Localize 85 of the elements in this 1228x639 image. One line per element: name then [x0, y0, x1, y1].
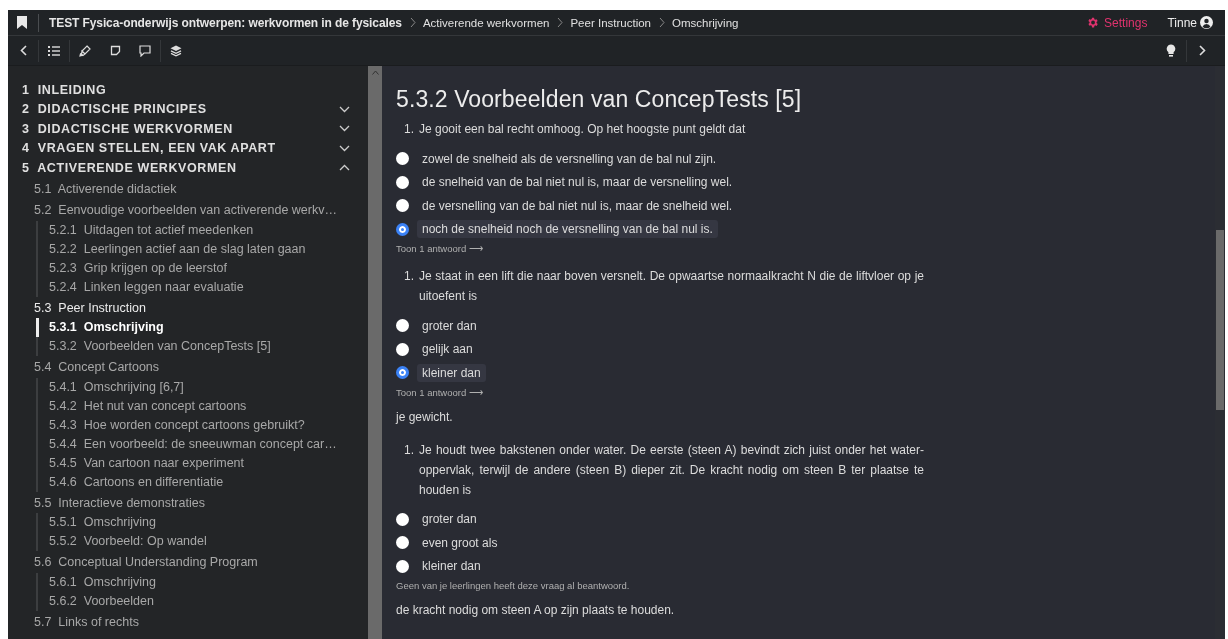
- radio-button[interactable]: [396, 559, 409, 573]
- subsection-item[interactable]: 5.3.1 Omschrijving: [36, 318, 360, 337]
- section-item[interactable]: 5.6 Conceptual Understanding Program: [34, 553, 360, 573]
- radio-button[interactable]: [396, 536, 409, 550]
- question-number: 1.: [404, 441, 414, 459]
- section-item[interactable]: 5.7 Links of rechts: [34, 612, 360, 632]
- answer-option[interactable]: kleiner dan: [417, 363, 486, 382]
- subsection-item[interactable]: 5.5.1 Omschrijving: [49, 513, 360, 532]
- chapter-item[interactable]: 2 DIDACTISCHE PRINCIPES: [22, 102, 207, 117]
- answer-option[interactable]: gelijk aan: [417, 340, 478, 359]
- section-item[interactable]: 5.1 Activerende didactiek: [34, 179, 360, 199]
- show-answer-link[interactable]: Toon 1 antwoord ⟶: [396, 243, 483, 254]
- answer-option[interactable]: kleiner dan: [417, 557, 486, 576]
- chapter-item[interactable]: 5 ACTIVERENDE WERKVORMEN: [22, 160, 237, 175]
- question-number: 1.: [404, 268, 414, 285]
- subsection-item[interactable]: 5.4.5 Van cartoon naar experiment: [49, 453, 360, 473]
- chevron-left-icon: [19, 45, 27, 56]
- paragraph: de kracht nodig om steen A op zijn plaats te houden.: [396, 603, 676, 617]
- radio-button[interactable]: [396, 366, 409, 380]
- question-number: 1.: [404, 121, 414, 138]
- subsection-item[interactable]: 5.4.6 Cartoons en differentiatie: [49, 472, 360, 492]
- section-item[interactable]: 5.4 Concept Cartoons: [34, 358, 360, 378]
- chevron-down-icon[interactable]: [339, 105, 350, 113]
- section-item[interactable]: 5.2 Eenvoudige voorbeelden van activerende werkv…: [34, 201, 360, 221]
- chevron-down-icon[interactable]: [339, 125, 350, 133]
- breadcrumb-link[interactable]: Peer Instruction: [570, 16, 651, 29]
- answer-option[interactable]: even groot als: [417, 533, 503, 552]
- subsection-item[interactable]: 5.4.3 Hoe worden concept cartoons gebruikt?: [49, 415, 360, 435]
- section-item[interactable]: 5.5 Interactieve demonstraties: [34, 493, 360, 513]
- subsection-item[interactable]: 5.4.1 Omschrijving [6,7]: [49, 377, 360, 397]
- radio-button[interactable]: [396, 342, 409, 356]
- page-title: 5.3.2 Voorbeelden van ConcepTests [5]: [396, 86, 803, 113]
- chevron-right-icon: [1198, 45, 1206, 56]
- layers-icon: [170, 44, 182, 57]
- pen-icon: [79, 44, 91, 57]
- subsection-item[interactable]: 5.4.2 Het nut van concept cartoons: [49, 396, 360, 416]
- subsection-item[interactable]: 5.2.3 Grip krijgen op de leerstof: [49, 258, 360, 278]
- chevron-right-icon: [659, 17, 665, 28]
- show-answer-link[interactable]: Toon 1 antwoord ⟶: [396, 386, 483, 398]
- chapter-item[interactable]: 1 INLEIDING: [22, 82, 107, 97]
- answer-option[interactable]: de versnelling van de bal niet nul is, maar de snelheid wel.: [417, 196, 738, 215]
- radio-button[interactable]: [396, 152, 409, 166]
- radio-button[interactable]: [396, 199, 409, 213]
- answer-option[interactable]: de snelheid van de bal niet nul is, maar de versnelling wel.: [417, 173, 738, 192]
- answer-note: Geen van je leerlingen heeft deze vraag al beantwoord.: [396, 580, 630, 591]
- settings-icon: [1086, 16, 1100, 29]
- question-text: Je houdt twee bakstenen onder water. De eerste (steen A) bevindt zich juist onder het water-oppervlak, terwijl de andere (steen B) dieper zit. De kracht nodig om steen B ter plaatse te houden is: [419, 441, 924, 499]
- chevron-right-icon: [557, 17, 564, 28]
- radio-button[interactable]: [396, 175, 409, 189]
- chapter-item[interactable]: 3 DIDACTISCHE WERKVORMEN: [22, 121, 233, 136]
- paragraph: je gewicht.: [396, 409, 454, 424]
- list-icon: [48, 45, 60, 56]
- sidebar-scrollbar[interactable]: [368, 66, 382, 639]
- section-item[interactable]: 5.3 Peer Instruction: [34, 298, 360, 318]
- question-text: Je gooit een bal recht omhoog. Op het hoogste punt geldt dat: [419, 121, 746, 138]
- lightbulb-icon: [1166, 44, 1176, 57]
- radio-button[interactable]: [396, 319, 409, 333]
- answer-option[interactable]: noch de snelheid noch de versnelling van de bal nul is.: [417, 220, 718, 239]
- note-icon: [109, 45, 121, 56]
- bookmark-icon[interactable]: [16, 16, 28, 29]
- subsection-item[interactable]: 5.4.4 Een voorbeeld: de sneeuwman concept car…: [49, 434, 360, 454]
- breadcrumb-link[interactable]: Activerende werkvormen: [422, 16, 550, 29]
- book-title[interactable]: TEST Fysica-onderwijs ontwerpen: werkvormen in de fysicales: [49, 15, 402, 30]
- subsection-item[interactable]: 5.5.2 Voorbeeld: Op wandel: [49, 532, 360, 551]
- subsection-item[interactable]: 5.6.2 Voorbeelden: [49, 591, 360, 611]
- breadcrumb-link[interactable]: Omschrijving: [672, 16, 739, 29]
- radio-button[interactable]: [396, 222, 409, 236]
- radio-button[interactable]: [396, 512, 409, 526]
- user-avatar-icon: [1200, 16, 1213, 29]
- settings-button[interactable]: Settings: [1086, 15, 1148, 30]
- subsection-item[interactable]: 5.3.2 Voorbeelden van ConcepTests [5]: [49, 337, 360, 356]
- answer-option[interactable]: zowel de snelheid als de versnelling van de bal nul zijn.: [417, 149, 722, 168]
- subsection-item[interactable]: 5.2.1 Uitdagen tot actief meedenken: [49, 220, 360, 240]
- chevron-right-icon: [409, 17, 416, 28]
- subsection-item[interactable]: 5.2.2 Leerlingen actief aan de slag laten gaan: [49, 239, 360, 259]
- question-text: Je staat in een lift die naar boven versnelt. De opwaartse normaalkracht N die de liftvloer op je uitoefent is: [419, 268, 924, 305]
- subsection-item[interactable]: 5.2.4 Linken leggen naar evaluatie: [49, 277, 360, 297]
- answer-option[interactable]: groter dan: [417, 316, 482, 335]
- answer-option[interactable]: groter dan: [417, 510, 482, 529]
- chevron-down-icon[interactable]: [339, 144, 350, 152]
- chevron-up-icon[interactable]: [339, 164, 350, 172]
- chapter-item[interactable]: 4 VRAGEN STELLEN, EEN VAK APART: [22, 141, 276, 156]
- subsection-item[interactable]: 5.6.1 Omschrijving: [49, 572, 360, 592]
- speech-bubble-icon: [139, 44, 151, 57]
- user-menu-button[interactable]: Tinne: [1167, 15, 1213, 30]
